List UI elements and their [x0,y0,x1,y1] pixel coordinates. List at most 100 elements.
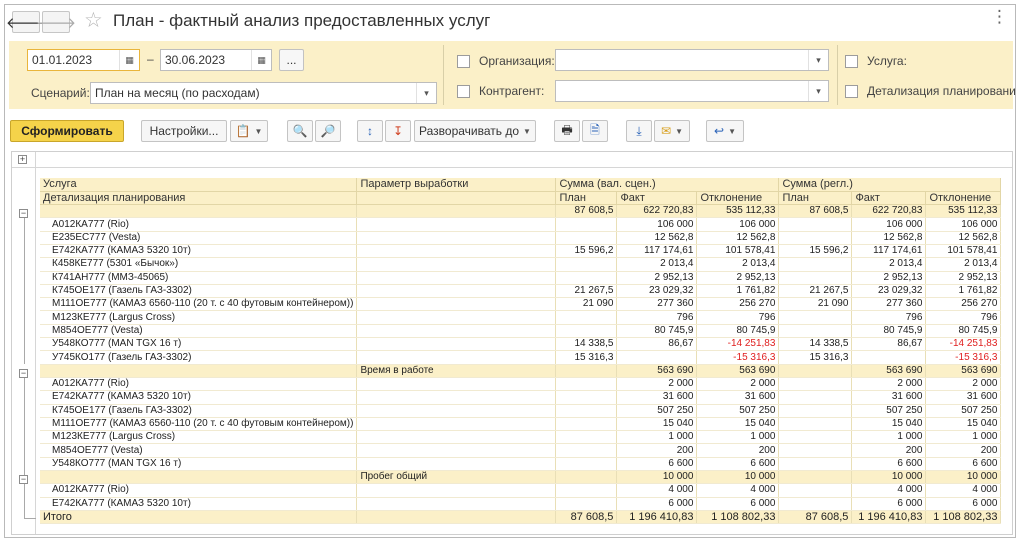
table-row[interactable]: М111ОЕ777 (КАМАЗ 6560-110 (20 т. с 40 фу… [40,417,1002,432]
table-cell [356,443,557,458]
table-row[interactable]: К458КЕ777 (5301 «Бычок») 2 013,4 2 013,4 2 … [40,257,1002,272]
date-dash: – [147,52,154,66]
group-row[interactable]: 87 608,5 622 720,83 535 112,33 87 608,5 622 … [40,204,1002,219]
search-settings-button[interactable]: 🔎 [315,120,341,142]
variants-button[interactable]: 📋 ▼ [230,120,268,142]
table-cell: У548КО777 (MAN TGX 16 т) [40,457,358,472]
table-cell: 6 000 [696,497,780,511]
table-row[interactable]: М854ОЕ777 (Vesta) 200 200 200 200 [40,443,1002,458]
table-row[interactable]: К745ОЕ177 (Газель ГАЗ-3302) 507 250 507 25… [40,404,1002,418]
table-row[interactable]: А012КА777 (Rio) 2 000 2 000 2 000 2 000 [40,377,1002,392]
chevron-down-icon[interactable]: ▾ [416,83,436,103]
table-cell: 6 000 [925,497,1002,511]
calendar-icon[interactable]: ▦ [251,50,271,70]
collapse-group-icon[interactable]: − [19,369,28,378]
date-from-field[interactable]: 01.01.2023 ▦ [27,49,140,71]
group-row[interactable]: Время в работе 563 690 563 690 563 690 563 6… [40,364,1002,378]
chevron-down-icon[interactable]: ▾ [808,50,828,70]
table-cell: А012КА777 (Rio) [40,483,358,498]
table-cell [40,364,358,378]
print-button[interactable]: 🖶 [554,120,580,142]
total-cell: 87 608,5 [555,509,618,525]
table-cell: А012КА777 (Rio) [40,377,358,392]
table-cell: К458КЕ777 (5301 «Бычок») [40,257,358,272]
organization-checkbox[interactable] [457,55,470,68]
email-button[interactable]: ✉ ▼ [654,120,690,142]
table-cell: 1 761,82 [925,284,1002,299]
expand-all-icon[interactable]: + [18,155,27,164]
title-bar: 🡐 🡒 ☆ План - фактный анализ предоставлен… [5,5,1015,39]
collapse-group-icon[interactable]: − [19,475,28,484]
expand-to-button[interactable]: Разворачивать до ▼ [414,120,536,142]
settings-button[interactable]: Настройки... [141,120,227,142]
search-button[interactable]: 🔍 [287,120,313,142]
table-cell [356,483,557,498]
table-row[interactable]: М854ОЕ777 (Vesta) 80 745,9 80 745,9 80 745,… [40,324,1002,339]
col-header-regl-sum: Сумма (регл.) [778,178,1002,192]
table-cell: 200 [696,443,780,458]
table-cell: 6 600 [851,457,927,472]
col-header-scenario-sum: Сумма (вал. сцен.) [555,178,780,192]
collapse-all-button[interactable]: ↧ [385,120,411,142]
table-row[interactable]: М123КЕ777 (Largus Cross) 1 000 1 000 1 000 1… [40,430,1002,445]
table-row[interactable]: М111ОЕ777 (КАМАЗ 6560-110 (20 т. с 40 фу… [40,297,1002,312]
table-cell [778,217,853,232]
table-cell: 6 600 [696,457,780,472]
table-cell: 2 013,4 [696,257,780,272]
table-cell: 12 562,8 [696,231,780,245]
download-button[interactable]: ⤓ [626,120,652,142]
table-cell: 10 000 [851,470,927,485]
more-menu-icon[interactable]: ⋮ [991,7,1008,27]
table-row[interactable]: У548КО777 (MAN TGX 16 т) 14 338,5 86,67 -14… [40,337,1002,352]
table-cell [555,443,618,458]
table-cell [555,257,618,272]
table-row[interactable]: У548КО777 (MAN TGX 16 т) 6 600 6 600 6 600 6… [40,457,1002,472]
table-row[interactable]: А012КА777 (Rio) 4 000 4 000 4 000 4 000 [40,483,1002,498]
counterparty-select[interactable]: ▾ [555,80,829,102]
table-row[interactable]: Е742КА777 (КАМАЗ 5320 10т) 6 000 6 000 6 00… [40,497,1002,511]
favorite-star-icon[interactable]: ☆ [84,8,103,33]
scenario-select[interactable]: План на месяц (по расходам) ▾ [90,82,437,104]
table-cell: 87 608,5 [555,204,618,219]
detail-checkbox[interactable] [845,85,858,98]
col-subheader: Отклонение [925,191,1002,206]
table-cell [555,404,618,418]
service-checkbox[interactable] [845,55,858,68]
table-cell [778,443,853,458]
date-to-field[interactable]: 30.06.2023 ▦ [160,49,272,71]
table-row[interactable]: У745КО177 (Газель ГАЗ-3302) 15 316,3 -15 3… [40,350,1002,365]
table-row[interactable]: А012КА777 (Rio) 106 000 106 000 106 000 106 … [40,217,1002,232]
table-cell: 80 745,9 [851,324,927,339]
table-cell [356,497,557,511]
report-spreadsheet[interactable]: + − − − Услуга Параметр выработки Сумма (в… [11,151,1013,535]
expand-all-button[interactable]: ↕ [357,120,383,142]
share-button[interactable]: ↩ ▼ [706,120,744,142]
divider [837,45,838,105]
table-row[interactable]: Е235ЕС777 (Vesta) 12 562,8 12 562,8 12 562,… [40,231,1002,245]
table-row[interactable]: Е742КА777 (КАМАЗ 5320 10т) 31 600 31 600 31… [40,390,1002,405]
generate-button[interactable]: Сформировать [10,120,124,142]
table-row[interactable]: К741АН777 (ММЗ-45065) 2 952,13 2 952,13 2 9… [40,271,1002,285]
divider [443,45,444,105]
print-preview-button[interactable]: 🗎 [582,120,608,142]
calendar-icon[interactable]: ▦ [119,50,139,70]
collapse-group-icon[interactable]: − [19,209,28,218]
chevron-down-icon[interactable]: ▾ [808,81,828,101]
table-cell: 200 [616,443,698,458]
period-select-button[interactable]: ... [279,49,304,71]
table-cell: 106 000 [616,217,698,232]
table-cell [356,337,557,352]
table-cell [356,390,557,405]
table-cell [356,377,557,392]
group-row[interactable]: Пробег общий 10 000 10 000 10 000 10 000 [40,470,1002,485]
organization-select[interactable]: ▾ [555,49,829,71]
table-row[interactable]: Е742КА777 (КАМАЗ 5320 10т) 15 596,2 117 17… [40,244,1002,259]
table-cell [555,390,618,405]
table-row[interactable]: М123КЕ777 (Largus Cross) 796 796 796 796 [40,310,1002,325]
counterparty-checkbox[interactable] [457,85,470,98]
table-row[interactable]: К745ОЕ177 (Газель ГАЗ-3302) 21 267,5 23 02… [40,284,1002,299]
table-cell [778,364,853,378]
table-cell: 4 000 [851,483,927,498]
table-cell: 2 013,4 [925,257,1002,272]
forward-button[interactable]: 🡒 [36,11,76,33]
